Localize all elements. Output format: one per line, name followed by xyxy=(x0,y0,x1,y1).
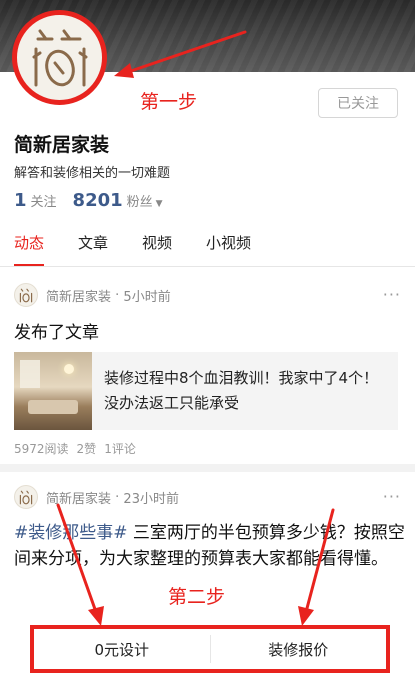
author-avatar[interactable] xyxy=(14,485,38,509)
tab-videos[interactable]: 视频 xyxy=(142,232,172,266)
brand-logo-icon xyxy=(19,490,33,504)
profile-name: 简新居家装 xyxy=(14,134,110,156)
post-body[interactable]: #装修那些事# 三室两厅的半包预算多少钱？按照空间来分项，为大家整理的预算表大家… xyxy=(14,520,406,572)
article-title: 装修过程中8个血泪教训！我家中了4个！没办法返工只能承受 xyxy=(104,369,379,412)
renovation-quote-button[interactable]: 装修报价 xyxy=(211,629,387,669)
fans-label[interactable]: 粉丝 xyxy=(127,191,153,210)
author-avatar[interactable] xyxy=(14,283,38,307)
like-count: 2赞 xyxy=(76,442,97,456)
brand-logo-icon xyxy=(32,29,87,86)
fans-count[interactable]: 8201 xyxy=(73,190,123,211)
post-header: 简新居家装 · 23小时前 xyxy=(14,485,179,509)
more-dots-icon[interactable]: ··· xyxy=(383,285,401,304)
caret-down-icon[interactable]: ▼ xyxy=(156,199,163,209)
tab-short-videos[interactable]: 小视频 xyxy=(206,232,251,266)
more-dots-icon[interactable]: ··· xyxy=(383,487,401,506)
bottom-action-bar: 0元设计 装修报价 xyxy=(30,625,390,673)
follow-button[interactable]: 已关注 xyxy=(318,88,398,118)
article-card[interactable]: 装修过程中8个血泪教训！我家中了4个！没办法返工只能承受 xyxy=(14,352,398,430)
comment-count: 1评论 xyxy=(104,442,136,456)
step-one-annotation: 第一步 xyxy=(140,91,198,113)
tabs-divider xyxy=(0,266,415,267)
post-author[interactable]: 简新居家装 xyxy=(46,488,111,507)
post-action: 发布了文章 xyxy=(14,323,99,343)
post-time: 5小时前 xyxy=(123,289,171,305)
profile-stats: 1 关注 8201 粉丝 ▼ xyxy=(14,190,163,211)
feed-divider xyxy=(0,464,415,472)
free-design-button[interactable]: 0元设计 xyxy=(34,629,210,669)
brand-logo-icon xyxy=(19,288,33,302)
post-header: 简新居家装 · 5小时前 xyxy=(14,283,171,307)
profile-tabs: 动态 文章 视频 小视频 xyxy=(0,232,415,266)
profile-avatar[interactable] xyxy=(12,10,107,105)
post-meta: 5972阅读 2赞 1评论 xyxy=(14,440,144,457)
hashtag-link[interactable]: #装修那些事# xyxy=(14,523,128,543)
post-author[interactable]: 简新居家装 xyxy=(46,286,111,305)
tab-dynamic[interactable]: 动态 xyxy=(14,232,45,266)
post-time: 23小时前 xyxy=(123,491,179,507)
read-count: 5972阅读 xyxy=(14,442,69,456)
following-count[interactable]: 1 xyxy=(14,190,27,211)
profile-bio: 解答和装修相关的一切难题 xyxy=(14,166,171,181)
following-label[interactable]: 关注 xyxy=(31,191,57,210)
article-thumbnail xyxy=(14,352,92,430)
step-two-annotation: 第二步 xyxy=(168,586,226,608)
tab-articles[interactable]: 文章 xyxy=(78,232,108,266)
